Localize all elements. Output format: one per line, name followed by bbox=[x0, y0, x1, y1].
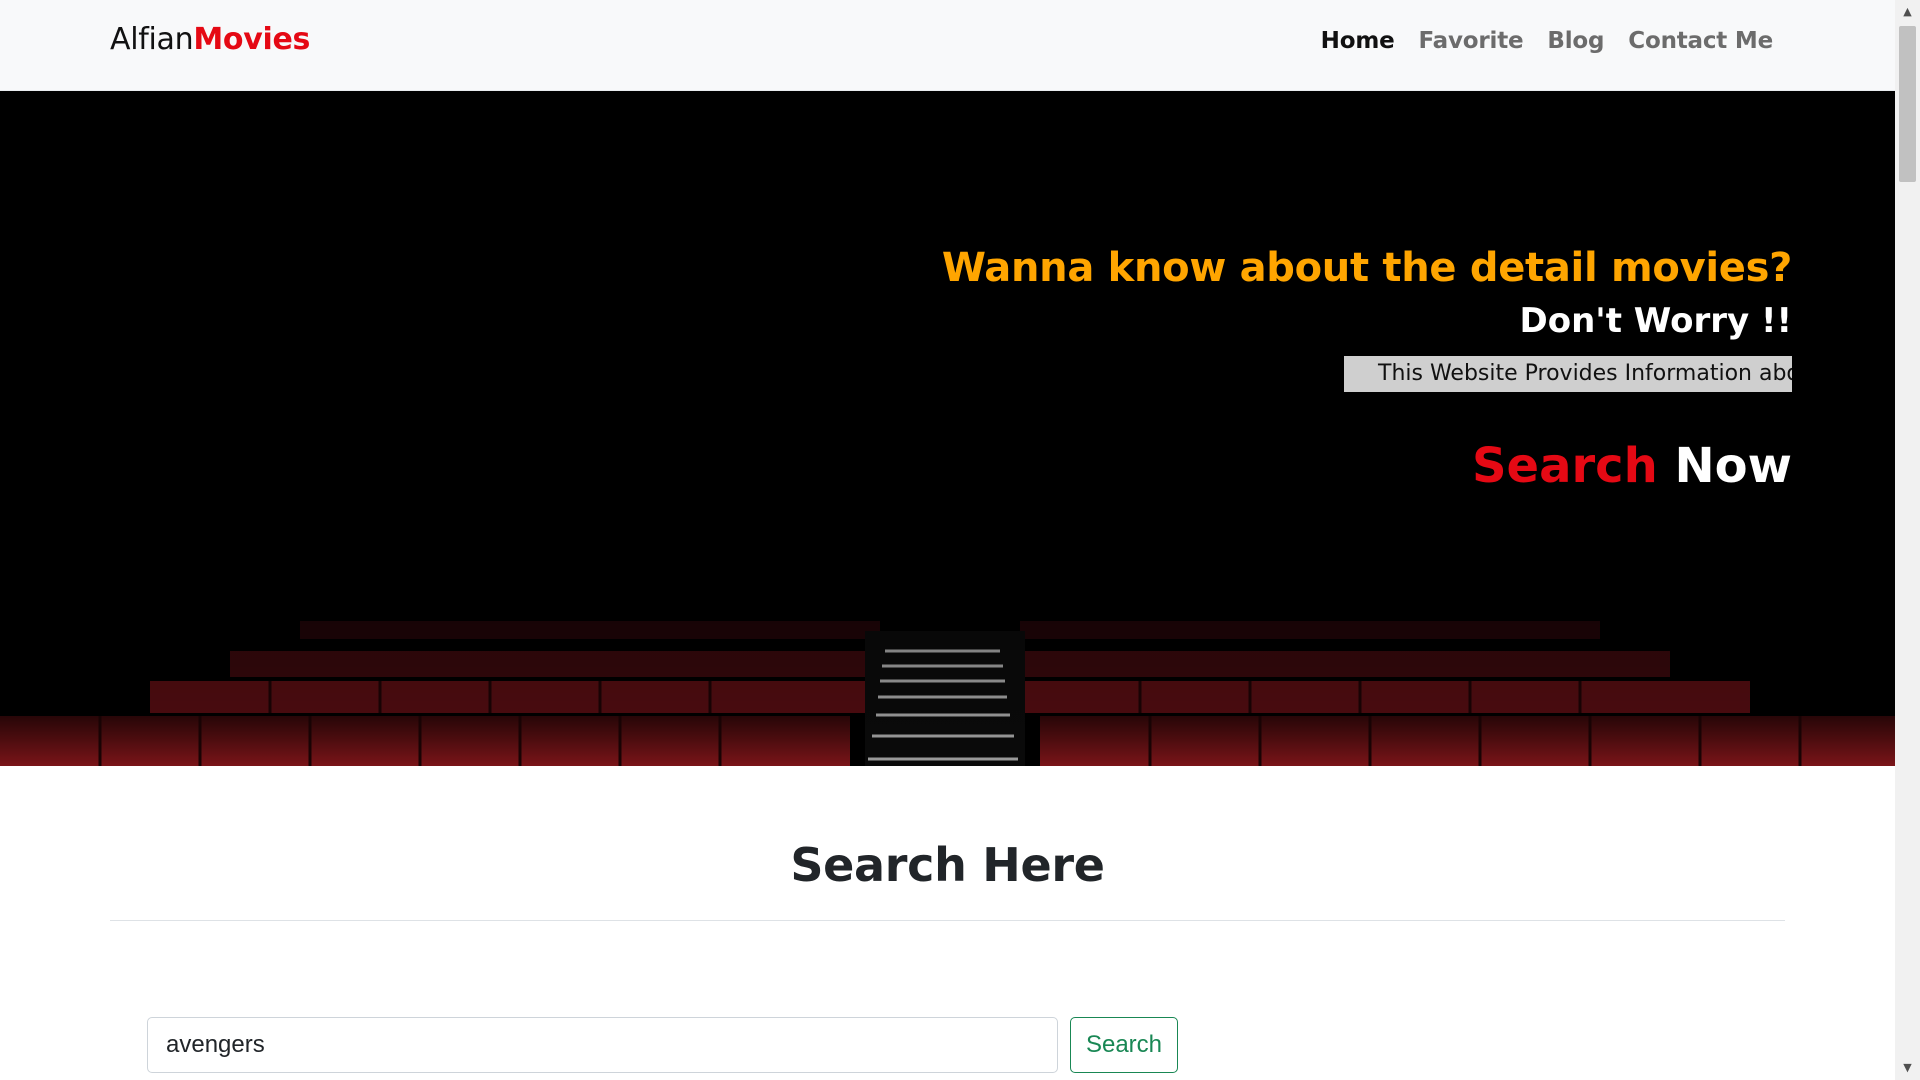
triangle-up-icon[interactable]: ▲ bbox=[1895, 2, 1920, 22]
info-marquee: This Website Provides Information abo bbox=[1344, 356, 1792, 392]
section-divider bbox=[110, 920, 1785, 921]
hero-banner: Wanna know about the detail movies? Don'… bbox=[0, 91, 1895, 766]
hero-subheading: Don't Worry !! bbox=[1519, 301, 1792, 341]
brand-logo[interactable]: AlfianMovies bbox=[110, 20, 310, 60]
page-scrollbar[interactable]: ▲ ▼ bbox=[1895, 0, 1920, 1080]
navbar: AlfianMovies Home Favorite Blog Contact … bbox=[0, 0, 1895, 91]
search-input[interactable] bbox=[147, 1017, 1058, 1073]
brand-name-part2: Movies bbox=[193, 22, 311, 57]
hero-text-block: Wanna know about the detail movies? Don'… bbox=[942, 241, 1792, 496]
search-now-white-word: Now bbox=[1674, 438, 1793, 494]
nav-link-contact-me[interactable]: Contact Me bbox=[1628, 22, 1773, 60]
triangle-down-icon[interactable]: ▼ bbox=[1895, 1058, 1920, 1078]
nav-links: Home Favorite Blog Contact Me bbox=[1321, 22, 1774, 60]
nav-link-blog[interactable]: Blog bbox=[1547, 22, 1604, 60]
scrollbar-thumb[interactable] bbox=[1899, 26, 1916, 182]
search-now-heading: Search Now bbox=[942, 436, 1792, 496]
search-section-title: Search Here bbox=[790, 838, 1105, 892]
nav-link-home[interactable]: Home bbox=[1321, 22, 1395, 60]
nav-link-favorite[interactable]: Favorite bbox=[1419, 22, 1524, 60]
hero-question: Wanna know about the detail movies? bbox=[941, 245, 1792, 291]
search-button[interactable]: Search bbox=[1070, 1017, 1178, 1073]
brand-name-part1: Alfian bbox=[110, 22, 194, 57]
search-now-red-word: Search bbox=[1471, 438, 1658, 494]
